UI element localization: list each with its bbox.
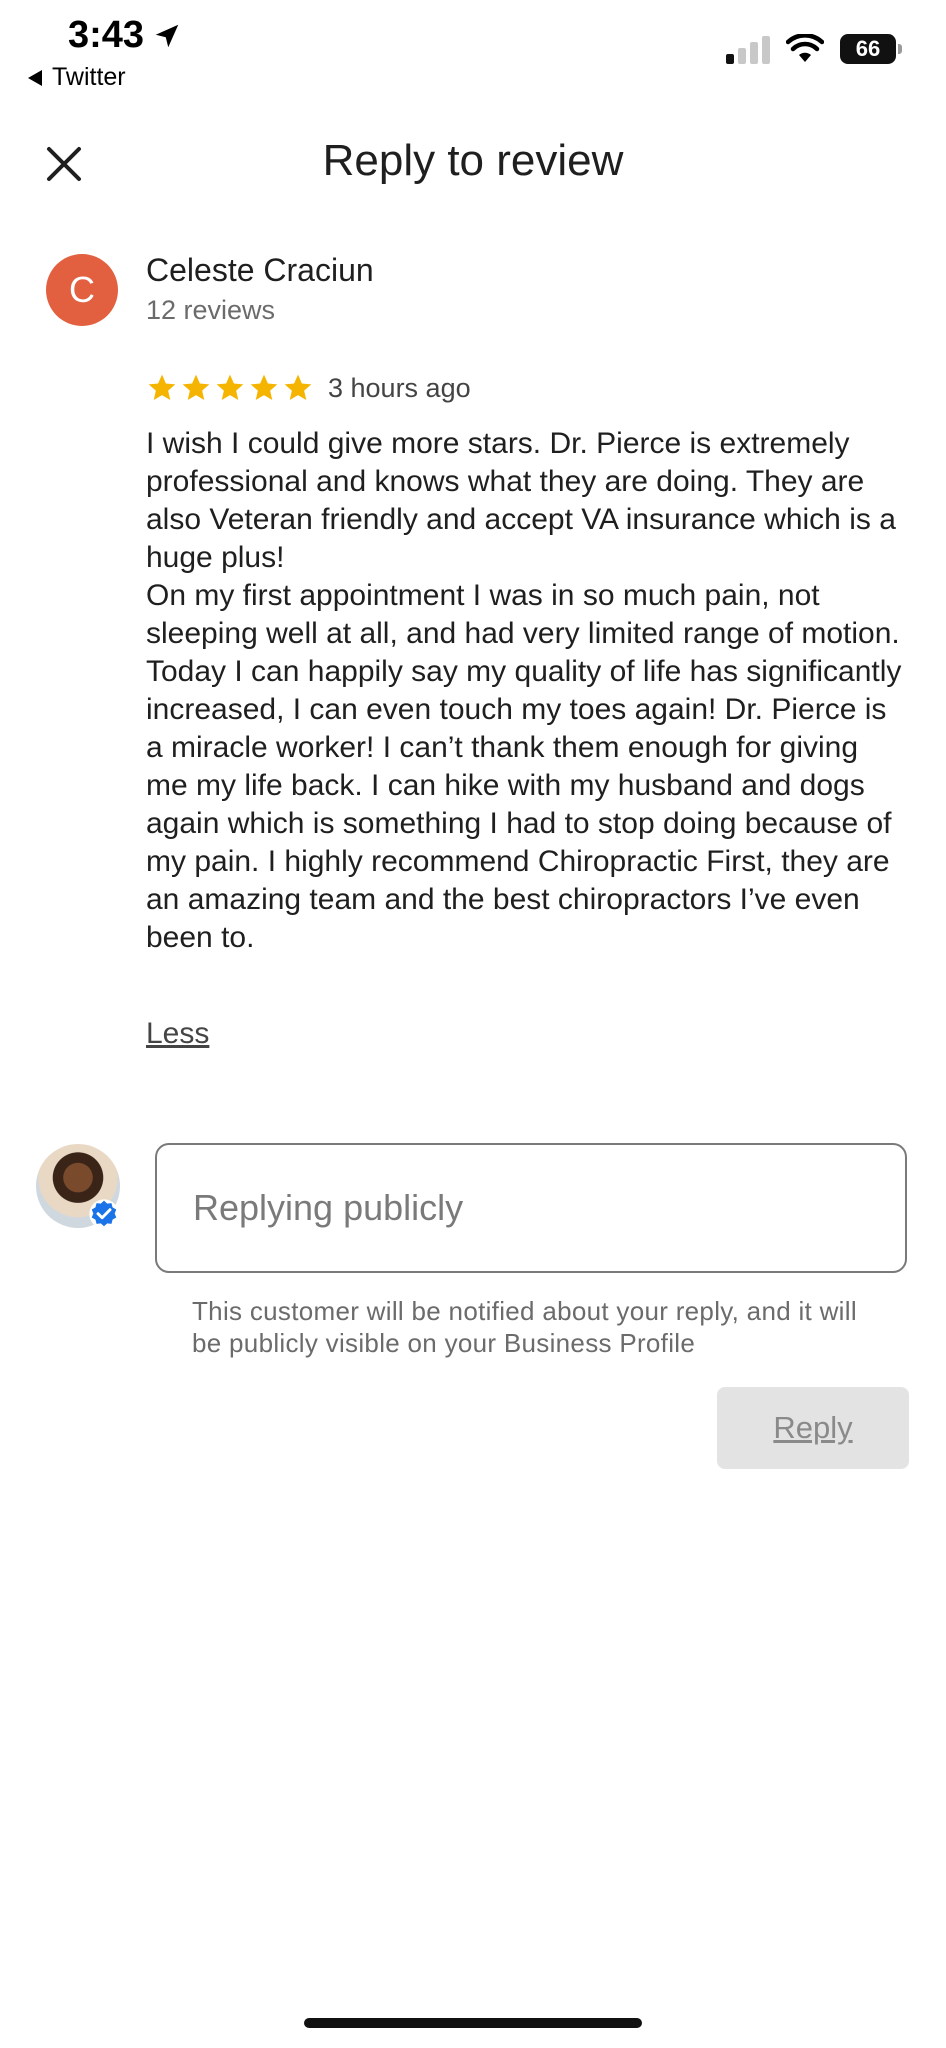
back-triangle-icon [28,69,42,86]
reviewer-avatar[interactable]: C [46,254,118,326]
reply-button[interactable]: Reply [717,1387,909,1469]
star-icon [284,374,312,400]
star-icon [216,374,244,400]
home-indicator[interactable] [304,2018,642,2028]
review-text: I wish I could give more stars. Dr. Pier… [146,427,902,954]
reviewer-review-count: 12 reviews [146,295,276,325]
back-app-label: Twitter [52,63,126,91]
reviewer-name[interactable]: Celeste Craciun [146,252,374,289]
battery-icon: 66 [840,34,902,64]
reply-visibility-notice: This customer will be notified about you… [192,1296,857,1358]
status-time: 3:43 [68,14,182,57]
status-indicators: 66 [726,34,902,64]
review-time-ago: 3 hours ago [328,372,471,403]
status-time-label: 3:43 [68,14,145,56]
star-icon [148,374,176,400]
star-icon [182,374,210,400]
rating-row: 3 hours ago [146,372,471,404]
star-rating [146,372,314,404]
wifi-icon [786,34,824,62]
reply-input[interactable] [155,1143,907,1273]
page-title: Reply to review [322,136,624,185]
back-to-app[interactable]: Twitter [28,63,126,92]
star-icon [250,374,278,400]
reviewer-avatar-letter: C [69,269,95,310]
battery-level: 66 [855,36,881,61]
location-arrow-icon [155,24,179,47]
verified-badge-icon [89,1199,119,1229]
cellular-signal-icon [726,34,770,64]
less-link[interactable]: Less [146,1017,209,1051]
